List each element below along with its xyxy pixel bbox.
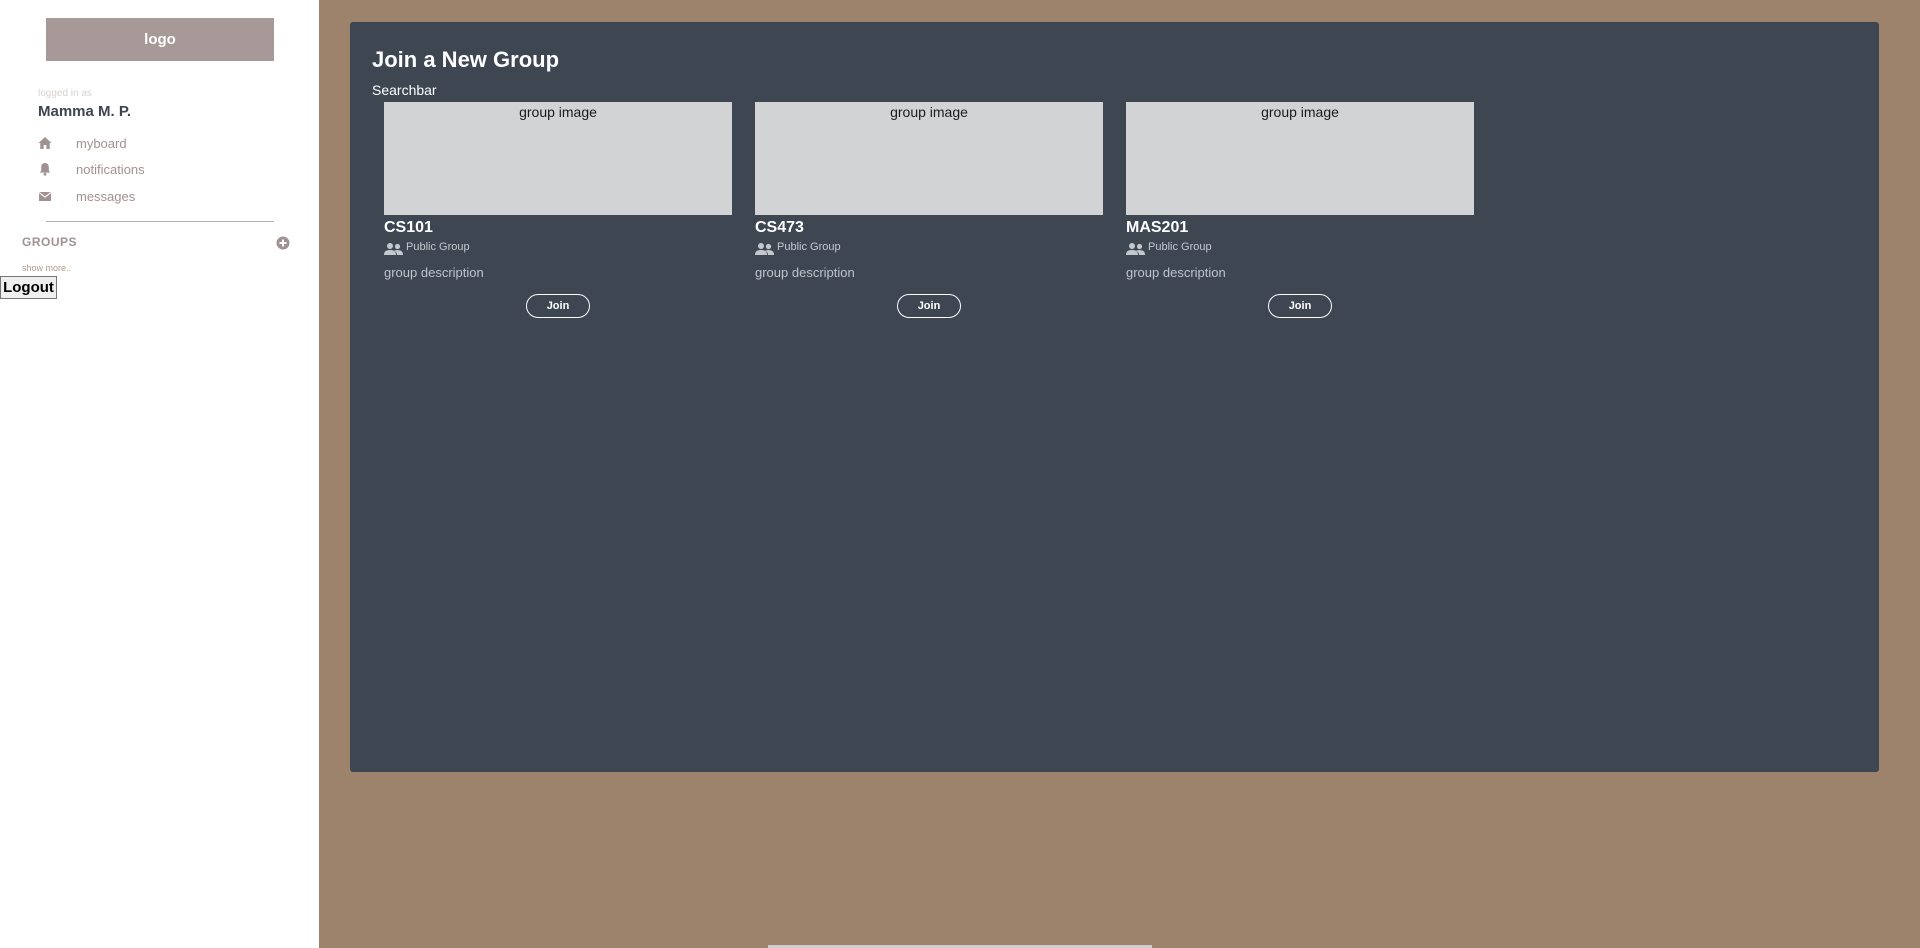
page-title: Join a New Group [372,47,560,72]
group-image: group image [755,102,1103,215]
logged-in-label: logged in as [38,88,92,99]
join-button[interactable]: Join [526,294,590,318]
group-card-cs101: group image CS101 Public Group group des… [384,102,732,342]
group-image: group image [384,102,732,215]
plus-circle-icon [276,236,290,250]
searchbar[interactable]: Searchbar [372,82,437,98]
logout-button[interactable]: Logout [0,276,57,299]
group-image: group image [1126,102,1474,215]
bell-icon [38,162,52,176]
group-name: CS473 [755,219,804,236]
sidebar: logo logged in as Mamma M. P. myboard no… [0,0,319,948]
group-type: Public Group [406,241,470,253]
nav-item-notifications[interactable]: notifications [38,159,188,179]
sidebar-divider [46,221,274,222]
nav-label-messages: messages [76,188,136,204]
join-group-panel: Join a New Group Searchbar group image C… [350,22,1879,772]
group-type: Public Group [1148,241,1212,253]
group-name: MAS201 [1126,219,1189,236]
envelope-icon [38,189,52,203]
nav-label-notifications: notifications [76,161,145,177]
group-description: group description [1126,265,1226,280]
user-name: Mamma M. P. [38,103,132,120]
users-icon [384,242,403,256]
groups-heading: GROUPS [22,235,78,249]
group-name: CS101 [384,219,433,236]
group-type: Public Group [777,241,841,253]
group-description: group description [384,265,484,280]
users-icon [755,242,774,256]
home-icon [38,136,52,150]
add-group-button[interactable] [276,236,290,250]
nav-item-messages[interactable]: messages [38,186,188,206]
group-description: group description [755,265,855,280]
nav-item-myboard[interactable]: myboard [38,133,188,153]
join-button[interactable]: Join [1268,294,1332,318]
show-more-link[interactable]: show more.. [22,263,71,273]
logo[interactable]: logo [46,18,274,61]
nav-label-myboard: myboard [76,135,127,151]
group-card-cs473: group image CS473 Public Group group des… [755,102,1103,342]
join-button[interactable]: Join [897,294,961,318]
group-card-mas201: group image MAS201 Public Group group de… [1126,102,1474,342]
users-icon [1126,242,1145,256]
